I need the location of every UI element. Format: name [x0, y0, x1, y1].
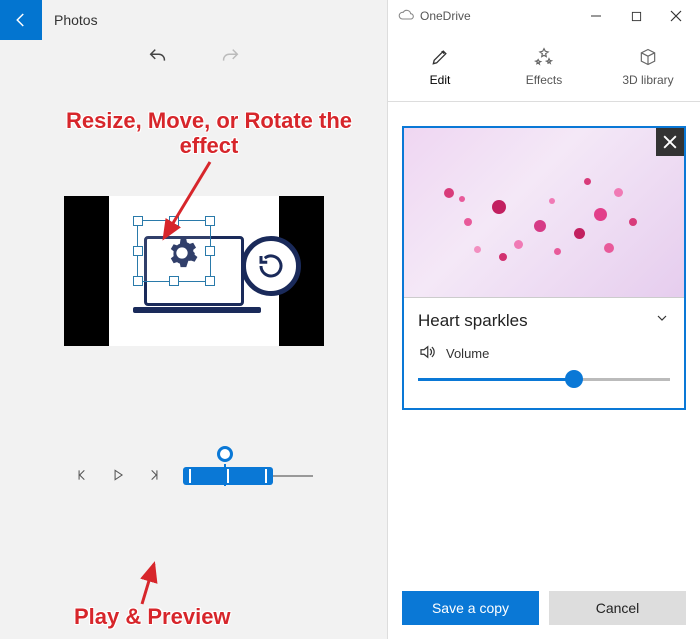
resize-handle[interactable] [133, 216, 143, 226]
back-button[interactable] [0, 0, 42, 40]
tab-label: Edit [430, 73, 451, 87]
canvas-content [109, 196, 279, 346]
minimize-button[interactable] [576, 2, 616, 30]
undo-redo-bar [0, 46, 387, 71]
volume-slider[interactable] [418, 370, 670, 388]
resize-handle[interactable] [133, 246, 143, 256]
remove-effect-button[interactable] [656, 128, 684, 156]
maximize-button[interactable] [616, 2, 656, 30]
tab-3d-library[interactable]: 3D library [596, 32, 700, 101]
preview-area [0, 81, 387, 639]
prev-frame-button[interactable] [75, 468, 89, 485]
close-button[interactable] [656, 2, 696, 30]
effect-name: Heart sparkles [418, 311, 528, 331]
redo-button[interactable] [219, 46, 241, 71]
action-buttons: Save a copy Cancel [388, 577, 700, 639]
effect-name-row[interactable]: Heart sparkles [404, 298, 684, 339]
side-panel: OneDrive Edit Effects 3D li [387, 0, 700, 639]
effect-clip[interactable] [183, 467, 273, 485]
tab-effects[interactable]: Effects [492, 32, 596, 101]
video-canvas[interactable] [64, 196, 324, 346]
resize-handle[interactable] [205, 216, 215, 226]
volume-row: Volume [404, 339, 684, 370]
tab-edit[interactable]: Edit [388, 32, 492, 101]
tab-label: Effects [526, 73, 562, 87]
save-a-copy-button[interactable]: Save a copy [402, 591, 539, 625]
effect-card: Heart sparkles Volume [402, 126, 686, 410]
playback-bar [75, 466, 313, 486]
chevron-down-icon [654, 310, 670, 331]
onedrive-icon [398, 8, 414, 24]
play-button[interactable] [111, 468, 125, 485]
window-title: OneDrive [420, 9, 471, 23]
resize-handle[interactable] [205, 276, 215, 286]
next-frame-button[interactable] [147, 468, 161, 485]
resize-handle[interactable] [169, 276, 179, 286]
resize-handle[interactable] [133, 276, 143, 286]
volume-icon [418, 343, 436, 364]
effect-selection[interactable] [137, 220, 211, 282]
left-header: Photos [0, 0, 387, 40]
volume-label: Volume [446, 346, 489, 361]
slider-thumb[interactable] [565, 370, 583, 388]
editor-panel: Photos [0, 0, 387, 639]
slider-fill [418, 378, 574, 381]
app-title: Photos [42, 12, 98, 28]
resize-handle[interactable] [205, 246, 215, 256]
cancel-button[interactable]: Cancel [549, 591, 686, 625]
undo-button[interactable] [147, 46, 169, 71]
resize-handle[interactable] [169, 216, 179, 226]
rotate-handle[interactable] [241, 236, 301, 296]
timeline-track[interactable] [183, 466, 313, 486]
effect-preview [404, 128, 684, 298]
window-titlebar: OneDrive [388, 0, 700, 32]
playhead[interactable] [217, 446, 233, 462]
tab-label: 3D library [622, 73, 673, 87]
tabs: Edit Effects 3D library [388, 32, 700, 102]
